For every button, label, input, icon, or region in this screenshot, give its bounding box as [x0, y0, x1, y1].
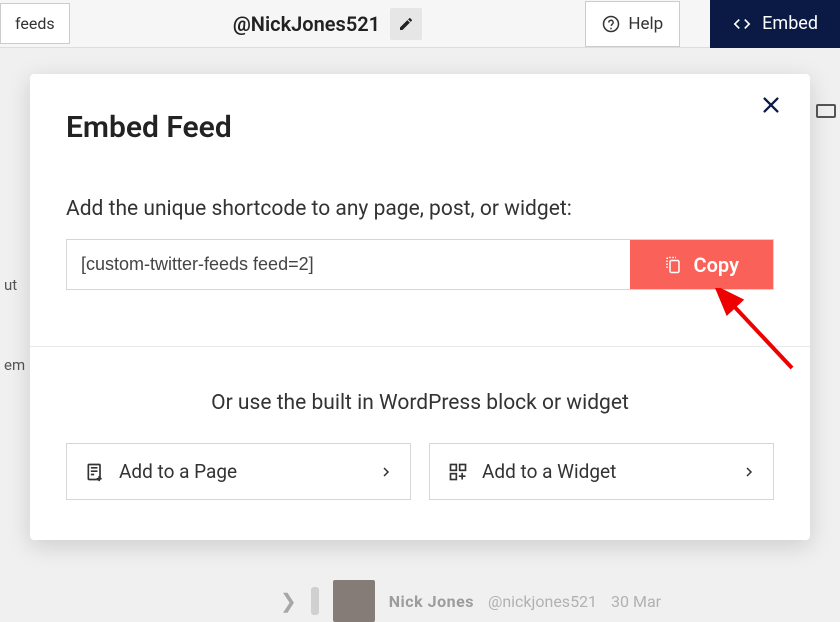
copy-label: Copy — [694, 253, 739, 277]
tweet-preview-row: ❯ Nick Jones @nickjones521 30 Mar — [280, 580, 661, 622]
feeds-link[interactable]: feeds — [0, 3, 70, 44]
sidebar-fragment: ut — [0, 270, 29, 300]
tweet-date: 30 Mar — [611, 592, 661, 611]
copy-icon — [664, 255, 682, 275]
embed-label: Embed — [762, 13, 818, 34]
chevron-right-icon — [743, 465, 755, 479]
add-to-page-button[interactable]: Add to a Page — [66, 443, 411, 500]
feed-title-area: @NickJones521 — [70, 8, 586, 40]
copy-button[interactable]: Copy — [630, 240, 773, 289]
edit-feed-name-button[interactable] — [390, 8, 422, 40]
embed-button[interactable]: Embed — [710, 0, 840, 48]
tweet-handle: @nickjones521 — [488, 592, 597, 611]
divider — [30, 346, 810, 347]
shortcode-input[interactable] — [67, 240, 630, 289]
avatar — [333, 580, 375, 622]
add-to-widget-button[interactable]: Add to a Widget — [429, 443, 774, 500]
pencil-icon — [398, 16, 414, 32]
help-icon — [602, 15, 620, 33]
sidebar-fragment: em — [0, 350, 29, 380]
add-to-widget-label: Add to a Widget — [482, 460, 616, 483]
widget-plus-icon — [448, 462, 468, 482]
close-icon — [760, 94, 782, 116]
topbar: feeds @NickJones521 Help Embed — [0, 0, 840, 48]
scrollbar-thumb[interactable] — [311, 587, 319, 615]
topbar-actions: Help Embed — [585, 0, 840, 48]
add-to-page-label: Add to a Page — [119, 460, 237, 483]
modal-title: Embed Feed — [66, 110, 774, 145]
code-icon — [732, 14, 752, 34]
sidebar-partial: ut em — [0, 140, 29, 380]
close-modal-button[interactable] — [760, 94, 782, 120]
shortcode-row: Copy — [66, 239, 774, 290]
embed-feed-modal: Embed Feed Add the unique shortcode to a… — [30, 74, 810, 540]
page-plus-icon — [85, 462, 105, 482]
feed-name: @NickJones521 — [233, 12, 380, 36]
chevron-right-icon: ❯ — [280, 589, 297, 613]
help-label: Help — [628, 14, 663, 34]
modal-subtitle: Add the unique shortcode to any page, po… — [66, 197, 774, 221]
tweet-author: Nick Jones — [389, 592, 474, 611]
help-button[interactable]: Help — [585, 1, 680, 47]
or-text: Or use the built in WordPress block or w… — [66, 391, 774, 415]
action-row: Add to a Page Add to a Widget — [66, 443, 774, 500]
chevron-right-icon — [380, 465, 392, 479]
desktop-preview-icon[interactable] — [816, 104, 836, 118]
